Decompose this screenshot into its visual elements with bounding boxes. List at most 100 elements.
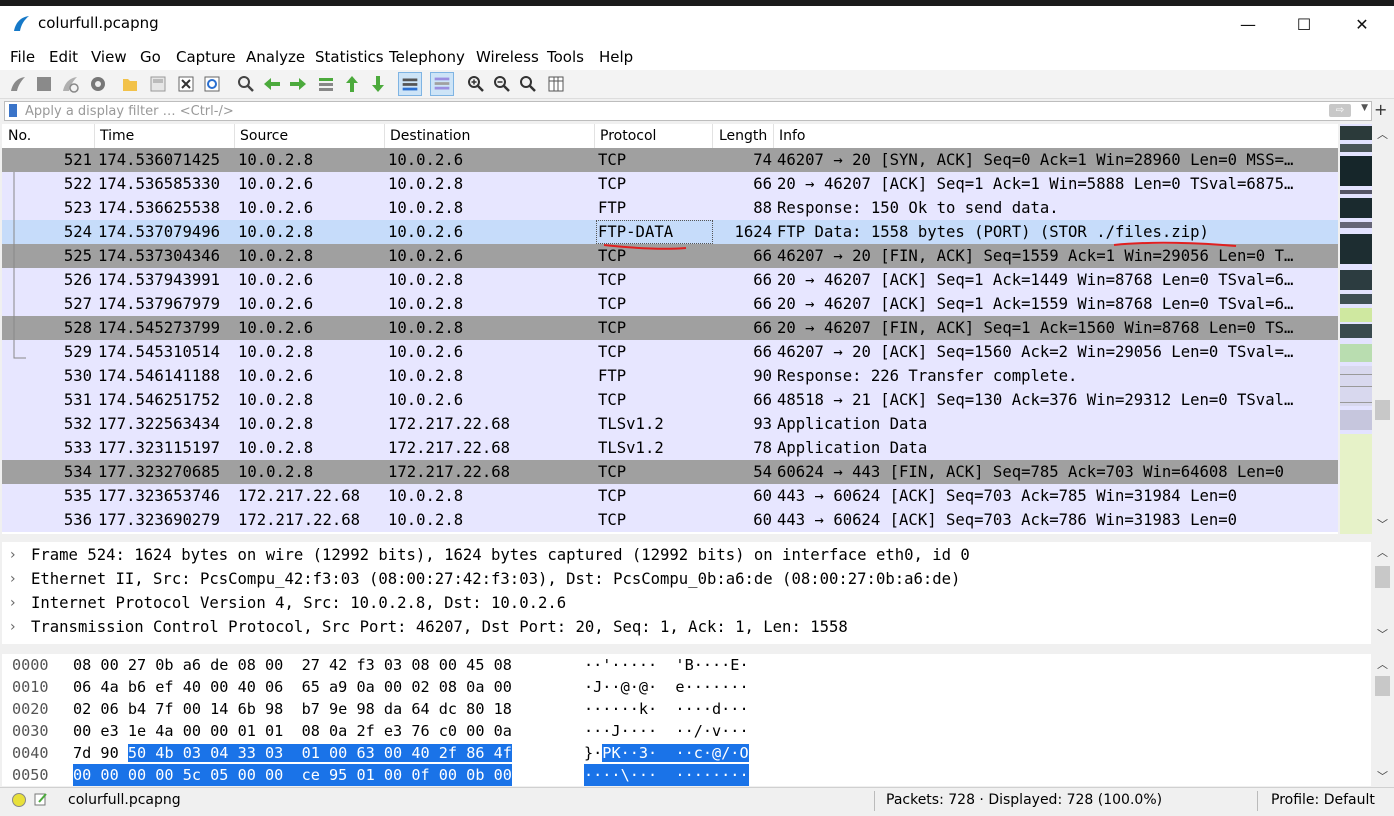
go-last-icon[interactable] bbox=[368, 74, 388, 94]
column-header-no[interactable]: No. bbox=[8, 128, 31, 144]
zoom-in-icon[interactable] bbox=[466, 74, 486, 94]
column-header-length[interactable]: Length bbox=[719, 128, 767, 144]
add-filter-button[interactable]: + bbox=[1374, 100, 1387, 119]
colorize-icon[interactable] bbox=[430, 72, 454, 96]
menu-statistics[interactable]: Statistics bbox=[315, 48, 384, 66]
column-header-source[interactable]: Source bbox=[240, 128, 288, 144]
normal-size-icon[interactable] bbox=[518, 74, 538, 94]
packet-row[interactable]: 533 177.323115197 10.0.2.8 172.217.22.68 TLS… bbox=[2, 436, 1338, 460]
scrollbar-thumb[interactable] bbox=[1375, 566, 1390, 588]
go-back-icon[interactable] bbox=[262, 74, 282, 94]
zoom-out-icon[interactable] bbox=[492, 74, 512, 94]
scroll-down-icon[interactable]: ﹀ bbox=[1374, 768, 1391, 784]
capture-options-icon[interactable] bbox=[88, 74, 108, 94]
column-divider[interactable] bbox=[773, 124, 774, 148]
packet-row[interactable]: 526 174.537943991 10.0.2.6 10.0.2.8 TCP 66 20 … bbox=[2, 268, 1338, 292]
packet-row[interactable]: 521 174.536071425 10.0.2.8 10.0.2.6 TCP 74 462… bbox=[2, 148, 1338, 172]
scroll-down-icon[interactable]: ﹀ bbox=[1374, 626, 1391, 642]
menu-analyze[interactable]: Analyze bbox=[246, 48, 305, 66]
menu-telephony[interactable]: Telephony bbox=[389, 48, 465, 66]
packet-row[interactable]: 527 174.537967979 10.0.2.6 10.0.2.8 TCP 66 20 … bbox=[2, 292, 1338, 316]
menu-file[interactable]: File bbox=[10, 48, 35, 66]
scroll-up-icon[interactable]: ︿ bbox=[1374, 544, 1391, 560]
display-filter-bar: ⇨ ▼ bbox=[4, 101, 1372, 121]
packet-row[interactable]: 532 177.322563434 10.0.2.8 172.217.22.68 TLS… bbox=[2, 412, 1338, 436]
column-divider[interactable] bbox=[594, 124, 595, 148]
apply-filter-icon[interactable]: ⇨ bbox=[1329, 104, 1351, 117]
packet-row[interactable]: 529 174.545310514 10.0.2.8 10.0.2.6 TCP 66 462… bbox=[2, 340, 1338, 364]
reload-file-icon[interactable] bbox=[202, 74, 222, 94]
start-capture-icon[interactable] bbox=[8, 74, 28, 94]
capture-comment-icon[interactable] bbox=[34, 792, 48, 806]
column-divider[interactable] bbox=[712, 124, 713, 148]
column-divider[interactable] bbox=[384, 124, 385, 148]
save-file-icon[interactable] bbox=[148, 74, 168, 94]
packet-cell-dst: 10.0.2.8 bbox=[388, 319, 464, 337]
expand-chevron-icon[interactable]: › bbox=[10, 591, 16, 615]
expand-chevron-icon[interactable]: › bbox=[10, 615, 16, 639]
find-packet-icon[interactable] bbox=[236, 74, 256, 94]
go-first-icon[interactable] bbox=[342, 74, 362, 94]
filter-history-dropdown-icon[interactable]: ▼ bbox=[1361, 103, 1368, 113]
scroll-down-icon[interactable]: ﹀ bbox=[1374, 516, 1391, 532]
close-file-icon[interactable] bbox=[176, 74, 196, 94]
column-divider[interactable] bbox=[94, 124, 95, 148]
column-divider[interactable] bbox=[234, 124, 235, 148]
expand-chevron-icon[interactable]: › bbox=[10, 543, 16, 567]
packet-cell-time: 177.323690279 bbox=[98, 511, 221, 529]
packet-row[interactable]: 531 174.546251752 10.0.2.8 10.0.2.6 TCP 66 485… bbox=[2, 388, 1338, 412]
menu-edit[interactable]: Edit bbox=[49, 48, 78, 66]
expert-info-icon[interactable] bbox=[12, 793, 26, 807]
packet-row[interactable]: 528 174.545273799 10.0.2.6 10.0.2.8 TCP 66 20 … bbox=[2, 316, 1338, 340]
menu-tools[interactable]: Tools bbox=[547, 48, 584, 66]
packet-cell-info: 48518 → 21 [ACK] Seq=130 Ack=376 Win=293… bbox=[777, 391, 1294, 409]
status-profile[interactable]: Profile: Default bbox=[1271, 792, 1375, 808]
packet-cell-proto: FTP bbox=[598, 367, 627, 385]
bytes-scrollbar[interactable]: ︿ ﹀ bbox=[1374, 654, 1391, 786]
packet-row[interactable]: 524 174.537079496 10.0.2.8 10.0.2.6 FTP-DATA… bbox=[2, 220, 1338, 244]
column-header-time[interactable]: Time bbox=[100, 128, 134, 144]
packet-list-scrollbar[interactable]: ︿ ﹀ bbox=[1374, 124, 1391, 534]
go-to-packet-icon[interactable] bbox=[316, 74, 336, 94]
packet-row[interactable]: 523 174.536625538 10.0.2.6 10.0.2.8 FTP 88 Res… bbox=[2, 196, 1338, 220]
scrollbar-thumb[interactable] bbox=[1375, 400, 1390, 420]
bookmark-icon[interactable] bbox=[9, 104, 17, 117]
packet-minimap[interactable] bbox=[1340, 124, 1372, 534]
maximize-button[interactable]: ☐ bbox=[1276, 8, 1332, 42]
packet-row[interactable]: 534 177.323270685 10.0.2.8 172.217.22.68 TCP… bbox=[2, 460, 1338, 484]
menu-capture[interactable]: Capture bbox=[176, 48, 236, 66]
packet-cell-src: 10.0.2.6 bbox=[238, 319, 314, 337]
menu-bar: File Edit View Go Capture Analyze Statis… bbox=[0, 44, 1394, 70]
details-scrollbar[interactable]: ︿ ﹀ bbox=[1374, 542, 1391, 644]
packet-row[interactable]: 535 177.323653746 172.217.22.68 10.0.2.8 TCP… bbox=[2, 484, 1338, 508]
scroll-up-icon[interactable]: ︿ bbox=[1374, 126, 1391, 142]
packet-row[interactable]: 525 174.537304346 10.0.2.8 10.0.2.6 TCP 66 462… bbox=[2, 244, 1338, 268]
packet-cell-proto: TCP bbox=[598, 247, 627, 265]
resize-columns-icon[interactable] bbox=[546, 74, 566, 94]
column-header-protocol[interactable]: Protocol bbox=[600, 128, 656, 144]
go-forward-icon[interactable] bbox=[288, 74, 308, 94]
menu-go[interactable]: Go bbox=[140, 48, 161, 66]
restart-capture-icon[interactable] bbox=[60, 74, 80, 94]
expand-chevron-icon[interactable]: › bbox=[10, 567, 16, 591]
open-file-icon[interactable] bbox=[120, 74, 140, 94]
packet-row[interactable]: 536 177.323690279 172.217.22.68 10.0.2.8 TCP… bbox=[2, 508, 1338, 532]
autoscroll-icon[interactable] bbox=[398, 72, 422, 96]
stop-capture-icon[interactable] bbox=[34, 74, 54, 94]
column-header-info[interactable]: Info bbox=[779, 128, 806, 144]
menu-view[interactable]: View bbox=[91, 48, 127, 66]
packet-cell-info: 46207 → 20 [ACK] Seq=1560 Ack=2 Win=2905… bbox=[777, 343, 1294, 361]
packet-cell-time: 177.322563434 bbox=[98, 415, 221, 433]
close-button[interactable]: ✕ bbox=[1334, 8, 1390, 42]
packet-cell-len: 93 bbox=[753, 415, 772, 433]
packet-row[interactable]: 522 174.536585330 10.0.2.6 10.0.2.8 TCP 66 20 … bbox=[2, 172, 1338, 196]
menu-wireless[interactable]: Wireless bbox=[476, 48, 539, 66]
scrollbar-thumb[interactable] bbox=[1375, 676, 1390, 696]
minimize-button[interactable]: — bbox=[1220, 8, 1276, 42]
menu-help[interactable]: Help bbox=[599, 48, 633, 66]
packet-cell-time: 174.546141188 bbox=[98, 367, 221, 385]
display-filter-input[interactable] bbox=[21, 102, 1329, 120]
column-header-destination[interactable]: Destination bbox=[390, 128, 470, 144]
packet-row[interactable]: 530 174.546141188 10.0.2.6 10.0.2.8 FTP 90 Res… bbox=[2, 364, 1338, 388]
scroll-up-icon[interactable]: ︿ bbox=[1374, 656, 1391, 672]
